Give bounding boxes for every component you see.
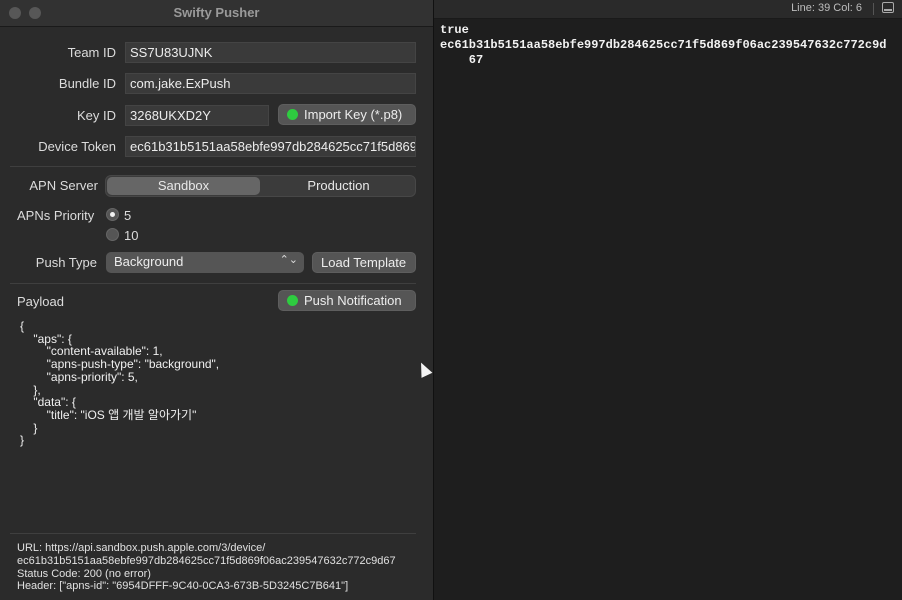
window-title: Swifty Pusher <box>173 5 260 20</box>
app-window: Swifty Pusher Team ID SS7U83UJNK Bundle … <box>0 0 434 600</box>
divider <box>873 3 874 15</box>
divider <box>10 533 416 534</box>
key-id-label: Key ID <box>76 108 116 123</box>
priority-10-radio[interactable] <box>106 228 119 241</box>
import-key-button[interactable]: Import Key (*.p8) <box>278 104 416 125</box>
apns-priority-label: APNs Priority <box>17 208 95 223</box>
key-id-field[interactable]: 3268UKXD2Y <box>125 105 269 126</box>
editor-status-bar: Line: 39 Col: 6 <box>434 0 902 19</box>
team-id-field[interactable]: SS7U83UJNK <box>125 42 416 63</box>
segment-sandbox[interactable]: Sandbox <box>107 177 260 195</box>
panel-toggle-icon[interactable] <box>882 2 894 13</box>
divider <box>10 283 416 284</box>
title-bar: Swifty Pusher <box>0 0 433 27</box>
line-col-indicator: Line: 39 Col: 6 <box>791 2 862 14</box>
load-template-label: Load Template <box>321 255 407 270</box>
apn-server-segmented-control: Sandbox Production <box>105 175 416 197</box>
segment-production[interactable]: Production <box>262 177 415 195</box>
status-header: Header: ["apns-id": "6954DFFF-9C40-0CA3-… <box>17 580 349 593</box>
editor-content[interactable]: true ec61b31b5151aa58ebfe997db284625cc71… <box>440 23 886 68</box>
status-url-line1: URL: https://api.sandbox.push.apple.com/… <box>17 542 266 554</box>
push-type-select[interactable]: Background ⌃⌄ <box>106 252 304 273</box>
push-type-value: Background <box>114 254 184 269</box>
apn-server-label: APN Server <box>29 178 98 193</box>
priority-10-label: 10 <box>124 228 139 243</box>
divider <box>10 166 416 167</box>
device-token-field[interactable]: ec61b31b5151aa58ebfe997db284625cc71f5d86… <box>125 136 416 157</box>
device-token-label: Device Token <box>38 139 116 154</box>
status-code: Status Code: 200 (no error) <box>17 567 151 580</box>
updown-chevron-icon: ⌃⌄ <box>279 254 298 266</box>
payload-label: Payload <box>17 294 64 309</box>
status-dot-icon <box>287 295 298 306</box>
push-notification-button[interactable]: Push Notification <box>278 290 416 311</box>
response-status: URL: https://api.sandbox.push.apple.com/… <box>17 542 396 593</box>
status-dot-icon <box>287 109 298 120</box>
push-type-label: Push Type <box>35 255 97 270</box>
load-template-button[interactable]: Load Template <box>312 252 416 273</box>
priority-5-radio[interactable] <box>106 208 119 221</box>
push-notification-label: Push Notification <box>304 293 402 308</box>
priority-5-label: 5 <box>124 208 132 223</box>
import-key-label: Import Key (*.p8) <box>304 107 403 122</box>
bundle-id-field[interactable]: com.jake.ExPush <box>125 73 416 94</box>
status-url-line2: ec61b31b5151aa58ebfe997db284625cc71f5d86… <box>17 554 396 567</box>
team-id-label: Team ID <box>67 45 116 60</box>
bundle-id-label: Bundle ID <box>58 76 116 91</box>
payload-editor[interactable]: { "aps": { "content-available": 1, "apns… <box>20 320 219 447</box>
